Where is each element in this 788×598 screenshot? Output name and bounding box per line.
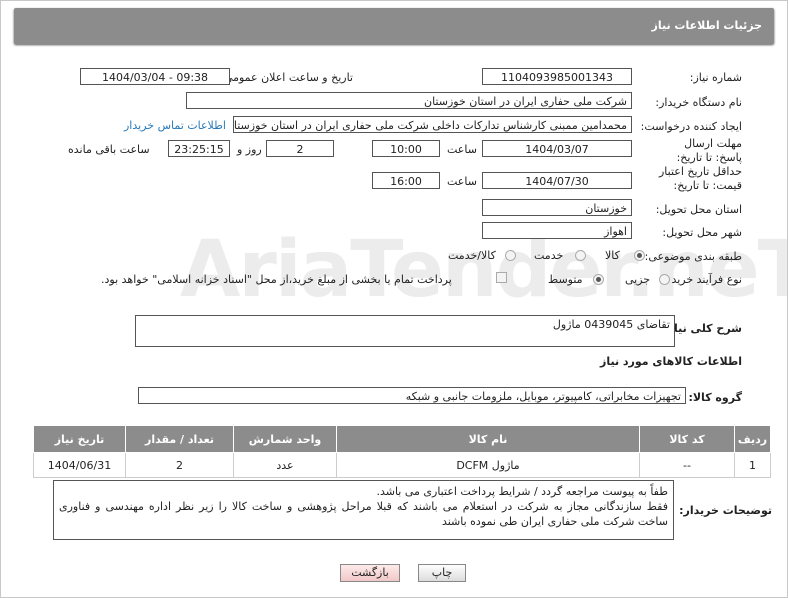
city-label: شهر محل تحویل:: [662, 226, 742, 239]
remaining-time-label: ساعت باقی مانده: [68, 143, 150, 156]
creator-label: ایجاد کننده درخواست:: [640, 120, 742, 133]
days-label: روز و: [237, 143, 262, 156]
price-time-field: 16:00: [372, 172, 440, 189]
col-need-date: تاریخ نیاز: [33, 425, 126, 453]
reply-time-label: ساعت: [447, 143, 477, 156]
treasury-payment-note: پرداخت تمام یا بخشی از مبلغ خرید،از محل …: [101, 273, 452, 286]
category-option-service: خدمت: [534, 249, 564, 262]
goods-group-label: گروه کالا:: [688, 391, 742, 404]
col-unit: واحد شمارش: [233, 425, 337, 453]
col-row-number: ردیف: [734, 425, 771, 453]
price-date-field: 1404/07/30: [482, 172, 632, 189]
category-option-goods: کالا: [605, 249, 620, 262]
announce-field: 1404/03/04 - 09:38: [80, 68, 230, 85]
price-time-label: ساعت: [447, 175, 477, 188]
page-header: جزئیات اطلاعات نیاز: [14, 8, 774, 44]
description-field: تقاضای 0439045 ماژول: [135, 315, 675, 347]
back-button[interactable]: بازگشت: [340, 564, 400, 582]
category-radio-service[interactable]: [575, 250, 586, 261]
col-item-code: کد کالا: [639, 425, 735, 453]
buyer-org-field: شرکت ملی حفاری ایران در استان خوزستان: [186, 92, 632, 109]
cell-row-number: 1: [734, 452, 771, 478]
days-remaining-field: 2: [266, 140, 334, 157]
buyer-note-line-2: فقط سازندگانی مجاز به شرکت در استعلام می…: [59, 500, 668, 528]
buyer-org-label: نام دستگاه خریدار:: [655, 96, 742, 109]
province-field: خوزستان: [482, 199, 632, 216]
reply-deadline-label: مهلت ارسال پاسخ: تا تاریخ:: [676, 137, 742, 164]
table-header-row: ردیف کد کالا نام کالا واحد شمارش تعداد /…: [33, 425, 771, 453]
buyer-contact-link[interactable]: اطلاعات تماس خریدار: [124, 119, 226, 132]
category-label: طبقه بندی موضوعی:: [644, 250, 742, 263]
table-row: 1 -- ماژول DCFM عدد 2 1404/06/31: [33, 452, 771, 478]
process-radio-medium[interactable]: [593, 274, 604, 285]
print-button[interactable]: چاپ: [418, 564, 466, 582]
need-number-field: 1104093985001343: [482, 68, 632, 85]
cell-quantity: 2: [125, 452, 234, 478]
cell-unit: عدد: [233, 452, 337, 478]
goods-info-title: اطلاعات کالاهای مورد نیاز: [600, 355, 742, 368]
page-title: جزئیات اطلاعات نیاز: [651, 19, 763, 32]
buyer-note-line-1: طفاً به پیوست مراجعه گردد / شرایط پرداخت…: [376, 485, 668, 498]
buyer-notes-field: طفاً به پیوست مراجعه گردد / شرایط پرداخت…: [53, 480, 674, 540]
col-item-name: نام کالا: [336, 425, 640, 453]
reply-time-field: 10:00: [372, 140, 440, 157]
items-table: ردیف کد کالا نام کالا واحد شمارش تعداد /…: [33, 425, 771, 478]
goods-group-field: تجهیزات مخابراتی، کامپیوتر، موبایل، ملزو…: [138, 387, 686, 404]
announce-label: تاریخ و ساعت اعلان عمومی:: [220, 71, 353, 84]
province-label: استان محل تحویل:: [655, 203, 742, 216]
creator-field: محمدامین ممبنی کارشناس تدارکات داخلی شرک…: [233, 116, 632, 133]
process-radio-minor[interactable]: [659, 274, 670, 285]
category-radio-goods[interactable]: [634, 250, 645, 261]
col-quantity: تعداد / مقدار: [125, 425, 234, 453]
category-radio-goods-service[interactable]: [505, 250, 516, 261]
reply-date-field: 1404/03/07: [482, 140, 632, 157]
cell-item-name: ماژول DCFM: [336, 452, 640, 478]
process-label: نوع فرآیند خرید :: [664, 273, 742, 286]
description-label: شرح کلی نیاز:: [663, 322, 742, 335]
city-field: اهواز: [482, 222, 632, 239]
process-option-minor: جزیی: [625, 273, 651, 286]
buyer-notes-label: توضیحات خریدار:: [679, 504, 772, 517]
cell-need-date: 1404/06/31: [33, 452, 126, 478]
description-text: تقاضای 0439045 ماژول: [552, 318, 670, 331]
process-option-medium: متوسط: [548, 273, 583, 286]
price-validity-label: حداقل تاریخ اعتبار قیمت: تا تاریخ:: [658, 165, 742, 192]
need-number-label: شماره نیاز:: [689, 71, 742, 84]
remaining-time-field: 23:25:15: [168, 140, 230, 157]
treasury-payment-checkbox[interactable]: [496, 272, 507, 283]
category-option-goods-service: کالا/خدمت: [448, 249, 496, 262]
cell-item-code: --: [639, 452, 735, 478]
